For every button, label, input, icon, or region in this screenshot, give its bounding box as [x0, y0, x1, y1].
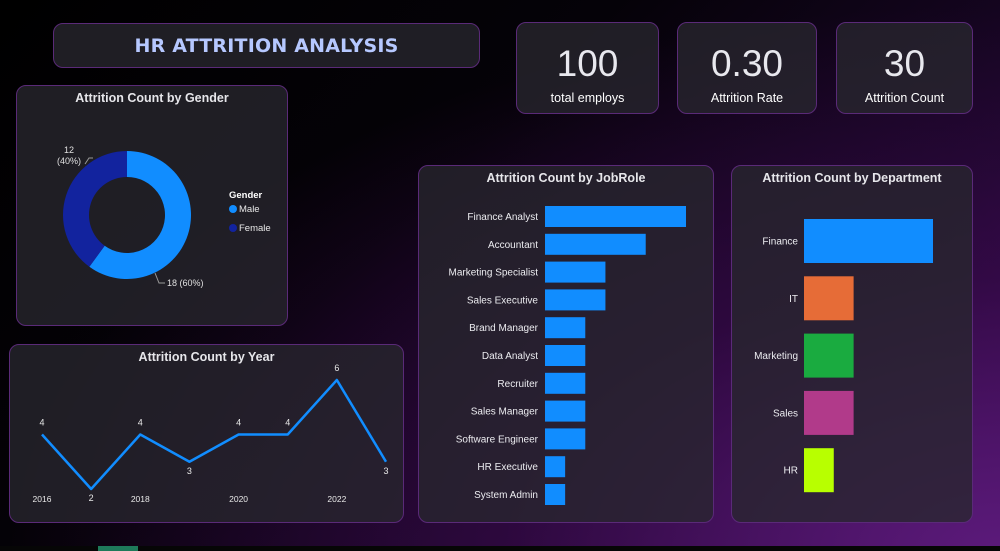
department-bar[interactable]: [804, 448, 834, 493]
jobrole-label: System Admin: [474, 490, 538, 501]
year-data-label-2021: 4: [285, 418, 290, 428]
department-bar[interactable]: [804, 333, 854, 378]
kpi-label: Attrition Rate: [710, 91, 784, 105]
jobrole-bar[interactable]: [545, 428, 586, 450]
jobrole-label: Data Analyst: [482, 351, 538, 362]
year-data-label-2016: 4: [39, 418, 44, 428]
leader-line: [154, 272, 165, 284]
legend-label-female: Female: [239, 223, 271, 234]
donut-slice-female[interactable]: [63, 151, 127, 267]
jobrole-bar[interactable]: [545, 317, 586, 339]
x-tick-label: 2020: [229, 494, 248, 504]
x-tick-label: 2022: [327, 494, 346, 504]
jobrole-label: Brand Manager: [469, 323, 539, 334]
year-line-chart[interactable]: 4 2 4 3 4 4 6 3 2016 2018 2020 2022: [10, 345, 405, 524]
jobrole-chart-card[interactable]: Attrition Count by JobRole Finance Analy…: [418, 165, 714, 523]
legend-marker-male: [229, 205, 237, 213]
department-chart-card[interactable]: Attrition Count by Department Finance IT M…: [731, 165, 973, 523]
jobrole-bar[interactable]: [545, 400, 586, 422]
taskbar-app-indicator[interactable]: [98, 546, 138, 551]
year-data-label-2017: 2: [89, 493, 94, 503]
year-data-label-2023: 3: [383, 466, 388, 476]
kpi-value: 100: [556, 43, 619, 84]
year-data-label-2019: 3: [187, 466, 192, 476]
kpi-card-total-employees[interactable]: 100 total employs: [516, 22, 659, 114]
jobrole-bar[interactable]: [545, 372, 586, 394]
kpi-value: 30: [883, 43, 926, 84]
department-bar-chart[interactable]: Finance IT Marketing Sales HR: [732, 166, 974, 524]
dashboard-title: HR ATTRITION ANALYSIS: [134, 34, 399, 57]
taskbar-strip: [0, 546, 1000, 551]
kpi-value: 0.30: [710, 43, 783, 84]
data-label-female: 12 (40%): [57, 145, 81, 166]
jobrole-label: Software Engineer: [456, 434, 539, 445]
gender-chart-card[interactable]: Attrition Count by Gender 18 (60%) 12 (40%…: [16, 85, 288, 326]
department-bar[interactable]: [804, 390, 854, 435]
year-data-label-2022: 6: [334, 363, 339, 373]
jobrole-bar[interactable]: [545, 456, 566, 478]
jobrole-label: Marketing Specialist: [449, 268, 539, 279]
jobrole-bar-chart[interactable]: Finance Analyst Accountant Marketing Speci…: [419, 166, 715, 524]
jobrole-bar[interactable]: [545, 233, 646, 255]
jobrole-label: Sales Executive: [467, 295, 539, 306]
department-label: Sales: [773, 408, 798, 419]
data-label-male: 18 (60%): [167, 278, 204, 288]
kpi-card-attrition-count[interactable]: 30 Attrition Count: [836, 22, 973, 114]
jobrole-bar[interactable]: [545, 289, 606, 311]
kpi-label: Attrition Count: [864, 91, 945, 105]
department-label: Marketing: [754, 351, 798, 362]
jobrole-bar[interactable]: [545, 484, 566, 505]
kpi-card-attrition-rate[interactable]: 0.30 Attrition Rate: [677, 22, 817, 114]
jobrole-label: Sales Manager: [471, 407, 539, 418]
x-tick-label: 2018: [131, 494, 150, 504]
year-data-label-2018: 4: [138, 418, 143, 428]
year-series-line: [41, 378, 388, 491]
jobrole-label: Finance Analyst: [467, 212, 538, 223]
jobrole-bar[interactable]: [545, 345, 586, 366]
department-label: HR: [784, 466, 798, 477]
jobrole-bar[interactable]: [545, 206, 686, 227]
jobrole-bar[interactable]: [545, 261, 606, 283]
x-tick-label: 2016: [33, 494, 52, 504]
year-data-label-2020: 4: [236, 418, 241, 428]
department-bar[interactable]: [804, 219, 933, 263]
dashboard-title-card: HR ATTRITION ANALYSIS: [53, 23, 480, 68]
kpi-label: total employs: [550, 91, 625, 105]
department-label: Finance: [762, 237, 798, 248]
year-chart-card[interactable]: Attrition Count by Year 4 2 4 3 4 4 6 3 2016 2018…: [9, 344, 404, 523]
jobrole-label: Recruiter: [497, 379, 538, 390]
department-bar[interactable]: [804, 276, 854, 321]
gender-donut-chart[interactable]: 18 (60%) 12 (40%) Gender Male Female: [17, 86, 289, 327]
legend-title: Gender: [229, 190, 263, 201]
jobrole-label: Accountant: [488, 240, 538, 251]
department-label: IT: [789, 294, 798, 305]
legend-marker-female: [229, 224, 237, 232]
legend-label-male: Male: [239, 204, 260, 215]
jobrole-label: HR Executive: [477, 462, 538, 473]
